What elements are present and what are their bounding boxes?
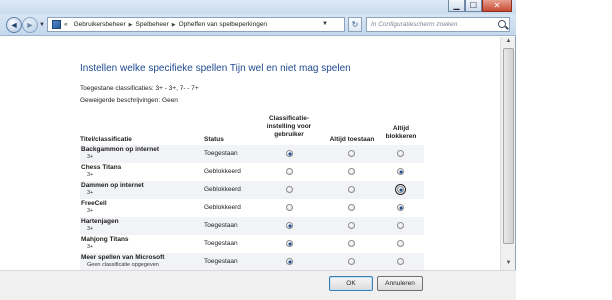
address-dropdown-icon[interactable]: ▼ bbox=[322, 21, 328, 27]
radio-use-rating[interactable] bbox=[286, 204, 293, 211]
table-row: Backgammon op internet 3+ Toegestaan bbox=[80, 145, 424, 163]
table-row: Dammen op internet 3+ Geblokkeerd bbox=[80, 181, 424, 199]
game-name: Mahjong Titans bbox=[81, 236, 129, 243]
game-rating: 3+ bbox=[87, 244, 94, 250]
maximize-button[interactable]: ☐ bbox=[465, 0, 482, 12]
radio-always-allow[interactable] bbox=[348, 186, 355, 193]
breadcrumb-chevron-icon[interactable]: ▶ bbox=[172, 22, 176, 28]
radio-use-rating[interactable] bbox=[286, 258, 293, 265]
address-bar[interactable]: « Gebruikersbeheer ▶ Spelbeheer ▶ Opheff… bbox=[47, 17, 345, 32]
game-status: Geblokkeerd bbox=[204, 168, 241, 175]
radio-always-allow[interactable] bbox=[348, 168, 355, 175]
game-rating: 3+ bbox=[87, 154, 94, 160]
game-name: Dammen op internet bbox=[81, 182, 144, 189]
radio-use-rating[interactable] bbox=[286, 240, 293, 247]
breadcrumb-overflow-icon[interactable]: « bbox=[64, 21, 68, 28]
title-bar: ▁ ☐ ✕ bbox=[0, 0, 516, 14]
blocked-descriptions-text: Geweigerde beschrijvingen: Geen bbox=[80, 97, 178, 104]
breadcrumb-opheffen[interactable]: Opheffen van spelbeperkingen bbox=[179, 21, 267, 28]
radio-use-rating[interactable] bbox=[286, 222, 293, 229]
scroll-down-arrow-icon[interactable]: ▼ bbox=[503, 260, 514, 269]
radio-always-block[interactable] bbox=[397, 258, 404, 265]
header-title-rating: Titel/classificatie bbox=[80, 136, 132, 143]
table-row: Chess Titans 3+ Geblokkeerd bbox=[80, 163, 424, 181]
radio-always-block[interactable] bbox=[397, 240, 404, 247]
window-controls: ▁ ☐ ✕ bbox=[448, 0, 512, 12]
radio-always-allow[interactable] bbox=[348, 240, 355, 247]
game-status: Geblokkeerd bbox=[204, 186, 241, 193]
main-content: Instellen welke specifieke spellen Tijn … bbox=[0, 37, 500, 270]
game-rating: 3+ bbox=[87, 208, 94, 214]
allowed-ratings-text: Toegestane classificaties: 3+ - 3+, 7- -… bbox=[80, 85, 199, 92]
radio-always-block[interactable] bbox=[395, 184, 406, 195]
cancel-button[interactable]: Annuleren bbox=[377, 276, 423, 291]
game-rating: 3+ bbox=[87, 172, 94, 178]
games-table: Backgammon op internet 3+ Toegestaan Che… bbox=[80, 145, 424, 270]
game-name: Chess Titans bbox=[81, 164, 122, 171]
game-name: Hartenjagen bbox=[81, 218, 119, 225]
table-row: Hartenjagen 3+ Toegestaan bbox=[80, 217, 424, 235]
breadcrumb-chevron-icon[interactable]: ▶ bbox=[129, 22, 133, 28]
radio-use-rating[interactable] bbox=[286, 150, 293, 157]
search-input[interactable]: In Configuratiescherm zoeken bbox=[366, 17, 510, 32]
back-button[interactable]: ◄ bbox=[6, 17, 22, 33]
table-row: FreeCell 3+ Geblokkeerd bbox=[80, 199, 424, 217]
ok-button[interactable]: OK bbox=[329, 276, 373, 291]
scroll-thumb[interactable] bbox=[503, 48, 514, 244]
table-row: Meer spellen van Microsoft Geen classifi… bbox=[80, 253, 424, 270]
minimize-button[interactable]: ▁ bbox=[448, 0, 465, 12]
breadcrumb-spelbeheer[interactable]: Spelbeheer bbox=[136, 21, 169, 28]
recent-pages-dropdown-icon[interactable]: ▼ bbox=[39, 22, 45, 28]
forward-button[interactable]: ► bbox=[22, 17, 38, 33]
game-status: Toegestaan bbox=[204, 222, 238, 229]
radio-always-allow[interactable] bbox=[348, 258, 355, 265]
game-status: Toegestaan bbox=[204, 240, 238, 247]
close-button[interactable]: ✕ bbox=[482, 0, 512, 12]
header-rating-setting: Classificatie-instelling voor gebruiker bbox=[266, 115, 312, 138]
radio-always-block[interactable] bbox=[397, 204, 404, 211]
game-rating: Geen classificatie opgegeven bbox=[87, 262, 159, 268]
header-always-allow: Altijd toestaan bbox=[329, 136, 375, 143]
dialog-footer: OK Annuleren bbox=[0, 270, 516, 300]
game-name: FreeCell bbox=[81, 200, 107, 207]
refresh-button[interactable]: ↻ bbox=[348, 17, 362, 32]
game-status: Toegestaan bbox=[204, 150, 238, 157]
control-panel-icon bbox=[52, 20, 61, 29]
radio-always-block[interactable] bbox=[397, 168, 404, 175]
radio-always-block[interactable] bbox=[397, 222, 404, 229]
vertical-scrollbar[interactable]: ▲ ▼ bbox=[500, 37, 515, 270]
search-icon[interactable] bbox=[498, 20, 506, 28]
game-status: Toegestaan bbox=[204, 258, 238, 265]
radio-always-allow[interactable] bbox=[348, 150, 355, 157]
game-status: Geblokkeerd bbox=[204, 204, 241, 211]
header-always-block: Altijd blokkeren bbox=[385, 125, 417, 140]
table-row: Mahjong Titans 3+ Toegestaan bbox=[80, 235, 424, 253]
radio-use-rating[interactable] bbox=[286, 168, 293, 175]
breadcrumb-gebruikersbeheer[interactable]: Gebruikersbeheer bbox=[74, 21, 126, 28]
control-panel-window: ▁ ☐ ✕ ◄ ► ▼ « Gebruikersbeheer ▶ Spelbeh… bbox=[0, 0, 516, 300]
game-name: Backgammon op internet bbox=[81, 146, 160, 153]
radio-use-rating[interactable] bbox=[286, 186, 293, 193]
search-placeholder: In Configuratiescherm zoeken bbox=[371, 21, 458, 28]
game-rating: 3+ bbox=[87, 226, 94, 232]
game-rating: 3+ bbox=[87, 190, 94, 196]
header-status: Status bbox=[204, 136, 224, 143]
address-toolbar: ◄ ► ▼ « Gebruikersbeheer ▶ Spelbeheer ▶ … bbox=[0, 14, 516, 36]
game-name: Meer spellen van Microsoft bbox=[81, 254, 165, 261]
radio-always-block[interactable] bbox=[397, 150, 404, 157]
page-title: Instellen welke specifieke spellen Tijn … bbox=[80, 63, 351, 74]
radio-always-allow[interactable] bbox=[348, 222, 355, 229]
radio-always-allow[interactable] bbox=[348, 204, 355, 211]
scroll-up-arrow-icon[interactable]: ▲ bbox=[503, 38, 514, 47]
